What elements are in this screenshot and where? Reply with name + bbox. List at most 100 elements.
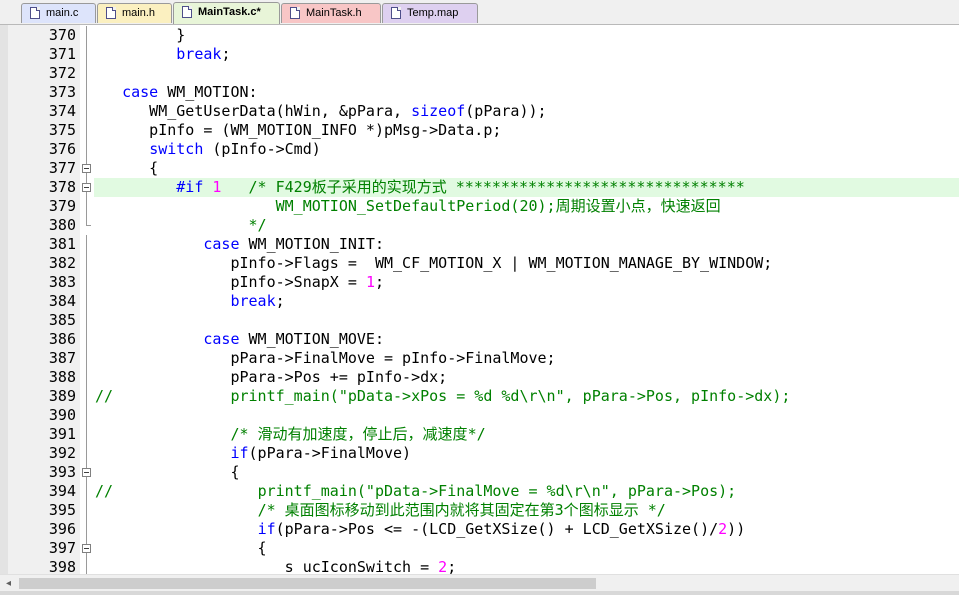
fold-line	[81, 140, 93, 159]
code-text[interactable]: {	[95, 539, 267, 558]
code-line[interactable]: 371 break;	[0, 45, 959, 64]
code-line[interactable]: 396 if(pPara->Pos <= -(LCD_GetXSize() + …	[0, 520, 959, 539]
fold-collapse-icon[interactable]	[81, 159, 93, 178]
code-line[interactable]: 375 pInfo = (WM_MOTION_INFO *)pMsg->Data…	[0, 121, 959, 140]
fold-line	[81, 406, 93, 425]
code-line[interactable]: 398 s_ucIconSwitch = 2;	[0, 558, 959, 574]
fold-collapse-icon[interactable]	[81, 539, 93, 558]
tab-main-c[interactable]: main.c	[21, 3, 96, 23]
fold-line	[81, 83, 93, 102]
code-text[interactable]: case WM_MOTION_MOVE:	[95, 330, 384, 349]
code-text[interactable]: break;	[95, 45, 230, 64]
code-text[interactable]: }	[95, 26, 185, 45]
tab-maintask-h[interactable]: MainTask.h	[281, 3, 381, 23]
code-text[interactable]: if(pPara->FinalMove)	[95, 444, 411, 463]
code-line[interactable]: 394 // printf_main("pData->FinalMove = %d…	[0, 482, 959, 501]
line-number: 398	[48, 558, 76, 574]
code-text[interactable]: case WM_MOTION:	[95, 83, 257, 102]
code-token: {	[95, 159, 159, 177]
code-text[interactable]: pPara->FinalMove = pInfo->FinalMove;	[95, 349, 555, 368]
code-line[interactable]: 370 }	[0, 26, 959, 45]
tab-temp-map[interactable]: Temp.map	[382, 3, 478, 23]
code-text[interactable]: switch (pInfo->Cmd)	[95, 140, 321, 159]
scroll-thumb[interactable]	[19, 578, 596, 589]
code-text[interactable]: case WM_MOTION_INIT:	[95, 235, 384, 254]
line-number: 384	[48, 292, 76, 310]
code-line[interactable]: 376 switch (pInfo->Cmd)	[0, 140, 959, 159]
code-line[interactable]: 393 {	[0, 463, 959, 482]
line-number: 388	[48, 368, 76, 386]
scroll-left-icon[interactable]: ◂	[2, 577, 15, 590]
code-line[interactable]: 384 break;	[0, 292, 959, 311]
code-text[interactable]: pInfo->Flags = WM_CF_MOTION_X | WM_MOTIO…	[95, 254, 772, 273]
code-token: ;	[275, 292, 285, 310]
code-line[interactable]: 395 /* 桌面图标移动到此范围内就将其固定在第3个图标显示 */	[0, 501, 959, 520]
line-number: 370	[48, 26, 76, 44]
code-token: 2	[438, 558, 448, 574]
code-line[interactable]: 372	[0, 64, 959, 83]
code-token: s_ucIconSwitch =	[95, 558, 439, 574]
fold-line	[81, 425, 93, 444]
code-line[interactable]: 382 pInfo->Flags = WM_CF_MOTION_X | WM_M…	[0, 254, 959, 273]
code-text[interactable]: {	[95, 463, 239, 482]
code-line[interactable]: 387 pPara->FinalMove = pInfo->FinalMove;	[0, 349, 959, 368]
code-text[interactable]: pPara->Pos += pInfo->dx;	[95, 368, 447, 387]
code-token: ;	[447, 558, 457, 574]
line-number: 373	[48, 83, 76, 101]
code-line[interactable]: 397 {	[0, 539, 959, 558]
code-line[interactable]: 390	[0, 406, 959, 425]
tab-bar: main.c main.h MainTask.c* MainTask.h Tem…	[0, 0, 959, 25]
code-line[interactable]: 383 pInfo->SnapX = 1;	[0, 273, 959, 292]
code-text[interactable]: */	[95, 216, 267, 235]
code-line[interactable]: 391 /* 滑动有加速度，停止后，减速度*/	[0, 425, 959, 444]
code-text[interactable]: // printf_main("pData->FinalMove = %d\r\…	[95, 482, 736, 501]
code-text[interactable]: break;	[95, 292, 285, 311]
code-text[interactable]: {	[95, 159, 158, 178]
code-token: }	[95, 26, 186, 44]
code-text[interactable]: #if 1 /* F429板子采用的实现方式 *****************…	[95, 178, 744, 197]
code-line[interactable]: 378 #if 1 /* F429板子采用的实现方式 *************…	[0, 178, 959, 197]
code-line[interactable]: 386 case WM_MOTION_MOVE:	[0, 330, 959, 349]
code-token: printf_main("pData->xPos = %d %d\r\n", p…	[230, 387, 791, 405]
code-line[interactable]: 379 WM_MOTION_SetDefaultPeriod(20);周期设置小…	[0, 197, 959, 216]
fold-end-marker	[81, 216, 93, 235]
fold-collapse-icon[interactable]	[81, 463, 93, 482]
code-text[interactable]: s_ucIconSwitch = 2;	[95, 558, 457, 574]
code-token: WM_MOTION_SetDefaultPeriod(20);周期设置小点，快速…	[95, 197, 721, 215]
fold-line	[81, 482, 93, 501]
map-file-icon	[391, 7, 401, 19]
code-token: (pPara));	[465, 102, 547, 120]
code-line[interactable]: 388 pPara->Pos += pInfo->dx;	[0, 368, 959, 387]
code-text[interactable]: pInfo = (WM_MOTION_INFO *)pMsg->Data.p;	[95, 121, 501, 140]
code-line[interactable]: 389 // printf_main("pData->xPos = %d %d\r…	[0, 387, 959, 406]
code-text[interactable]: // printf_main("pData->xPos = %d %d\r\n"…	[95, 387, 790, 406]
fold-collapse-icon[interactable]	[81, 178, 93, 197]
tab-main-h[interactable]: main.h	[97, 3, 172, 23]
code-line[interactable]: 377 {	[0, 159, 959, 178]
code-line[interactable]: 385	[0, 311, 959, 330]
fold-line	[81, 368, 93, 387]
h-file-icon	[290, 7, 300, 19]
code-text[interactable]: /* 桌面图标移动到此范围内就将其固定在第3个图标显示 */	[95, 501, 666, 520]
code-token: ;	[374, 273, 384, 291]
tab-maintask-c[interactable]: MainTask.c*	[173, 2, 280, 24]
tab-label: Temp.map	[407, 7, 459, 19]
code-line[interactable]: 381 case WM_MOTION_INIT:	[0, 235, 959, 254]
fold-line	[81, 273, 93, 292]
code-line[interactable]: 374 WM_GetUserData(hWin, &pPara, sizeof(…	[0, 102, 959, 121]
code-text[interactable]: WM_GetUserData(hWin, &pPara, sizeof(pPar…	[95, 102, 547, 121]
code-line[interactable]: 392 if(pPara->FinalMove)	[0, 444, 959, 463]
code-text[interactable]: if(pPara->Pos <= -(LCD_GetXSize() + LCD_…	[95, 520, 746, 539]
code-text[interactable]: /* 滑动有加速度，停止后，减速度*/	[95, 425, 485, 444]
horizontal-scrollbar[interactable]: ◂	[0, 574, 959, 592]
code-line[interactable]: 373 case WM_MOTION:	[0, 83, 959, 102]
code-text[interactable]: WM_MOTION_SetDefaultPeriod(20);周期设置小点，快速…	[95, 197, 721, 216]
fold-line	[81, 235, 93, 254]
line-number: 379	[48, 197, 76, 215]
code-editor[interactable]: 370 } 371 break; 372 373 case WM_MOTION: 374…	[0, 25, 959, 574]
code-text[interactable]: pInfo->SnapX = 1;	[95, 273, 384, 292]
code-line[interactable]: 380 */	[0, 216, 959, 235]
